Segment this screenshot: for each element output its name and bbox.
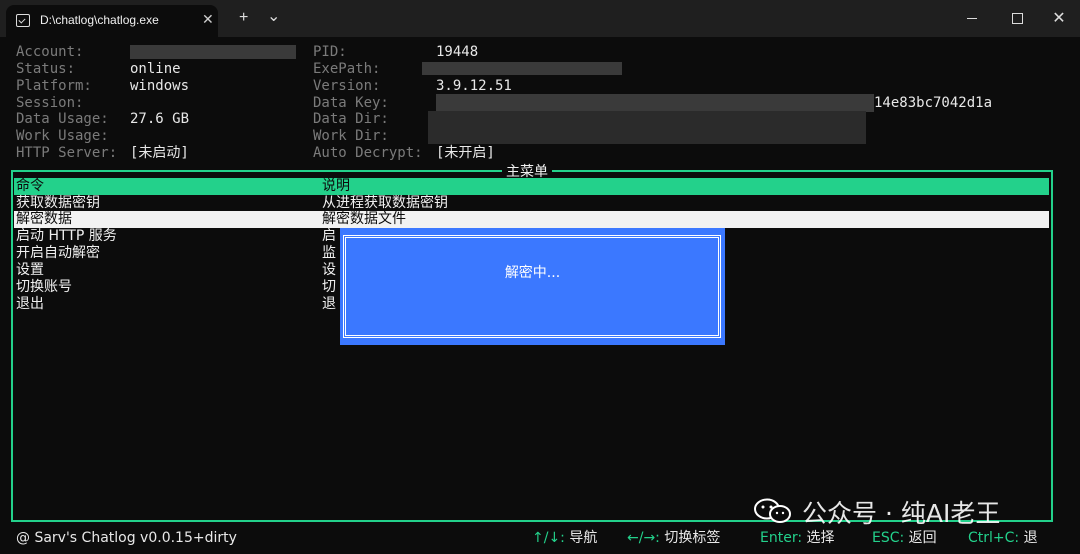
minimize-button[interactable] [949,6,995,30]
terminal-icon [16,14,30,27]
app-version: @ Sarv's Chatlog v0.0.15+dirty [16,530,237,546]
status-value: online [130,61,181,77]
hint-key: Enter: [760,530,803,546]
menu-item-command: 解密数据 [16,211,72,227]
minimize-icon [967,17,977,19]
menu-item-description: 从进程获取数据密钥 [322,195,448,211]
decrypting-message: 解密中... [504,265,561,281]
hint-key: Ctrl+C: [968,530,1020,546]
new-tab-button[interactable]: + [239,9,248,27]
status-label: Status: [16,61,76,77]
menu-header-row: 命令 说明 [14,178,1049,195]
version-label: Version: [313,78,381,94]
pid-value: 19448 [436,44,479,60]
menu-item-description: 退 [322,296,336,312]
menu-item-description: 解密数据文件 [322,211,406,227]
work-dir-label: Work Dir: [313,128,389,144]
tab-close-button[interactable]: ✕ [202,11,214,28]
menu-item-command: 退出 [16,296,44,312]
data-key-redacted [436,94,874,112]
hint-key: ←/→: [627,530,660,546]
menu-header-description: 说明 [322,178,350,194]
menu-item-command: 设置 [16,262,44,278]
menu-item-command: 获取数据密钥 [16,195,100,211]
platform-value: windows [130,78,190,94]
menu-item-description: 切 [322,279,336,295]
menu-item-get-key[interactable]: 获取数据密钥 从进程获取数据密钥 [14,195,1049,212]
data-dir-redacted [428,111,866,144]
menu-item-decrypt-data[interactable]: 解密数据 解密数据文件 [14,211,1049,228]
hint-label: 退 [1019,530,1038,546]
data-key-label: Data Key: [313,95,389,111]
maximize-icon [1011,12,1023,24]
tab-dropdown-button[interactable]: ⌄ [267,6,280,26]
hint-back: ESC: 返回 [872,530,937,547]
maximize-button[interactable] [994,6,1040,30]
menu-header-command: 命令 [16,178,44,194]
pid-label: PID: [313,44,347,60]
platform-label: Platform: [16,78,92,94]
data-usage-label: Data Usage: [16,111,109,127]
version-value: 3.9.12.51 [436,78,512,94]
wechat-icon [754,498,791,523]
hint-label: 切换标签 [659,530,721,546]
menu-item-description: 启 [322,228,336,244]
menu-item-command: 切换账号 [16,279,72,295]
menu-item-command: 启动 HTTP 服务 [16,228,117,244]
decrypting-dialog-border [343,235,721,338]
data-usage-value: 27.6 GB [130,111,190,127]
hint-label: 选择 [802,530,835,546]
hint-key: ↑/↓: [532,530,565,546]
work-usage-label: Work Usage: [16,128,109,144]
account-value-redacted [130,45,296,59]
data-dir-label: Data Dir: [313,111,389,127]
hint-label: 返回 [904,530,937,546]
hint-navigate: ↑/↓: 导航 [532,530,597,547]
hint-switch-tab: ←/→: 切换标签 [627,530,720,547]
account-label: Account: [16,44,84,60]
hint-key: ESC: [872,530,905,546]
data-key-value: 14e83bc7042d1a [874,95,993,111]
close-icon: ✕ [1052,10,1066,27]
exepath-label: ExePath: [313,61,381,77]
title-bar: D:\chatlog\chatlog.exe ✕ + ⌄ ✕ [0,0,1080,37]
hint-select: Enter: 选择 [760,530,835,547]
tab-title: D:\chatlog\chatlog.exe [40,13,159,27]
close-button[interactable]: ✕ [1036,6,1080,30]
terminal-tab[interactable]: D:\chatlog\chatlog.exe ✕ [6,5,218,37]
http-server-label: HTTP Server: [16,145,118,161]
http-server-value: [未启动] [130,145,189,161]
auto-decrypt-value: [未开启] [436,145,495,161]
hint-label: 导航 [564,530,598,546]
menu-item-command: 开启自动解密 [16,245,100,261]
menu-item-description: 设 [322,262,336,278]
exepath-value-redacted [422,62,622,75]
menu-item-description: 监 [322,245,336,261]
session-label: Session: [16,95,84,111]
watermark-text: 公众号 · 纯AI老王 [802,499,1001,528]
auto-decrypt-label: Auto Decrypt: [313,145,423,161]
hint-quit: Ctrl+C: 退 [968,530,1038,547]
